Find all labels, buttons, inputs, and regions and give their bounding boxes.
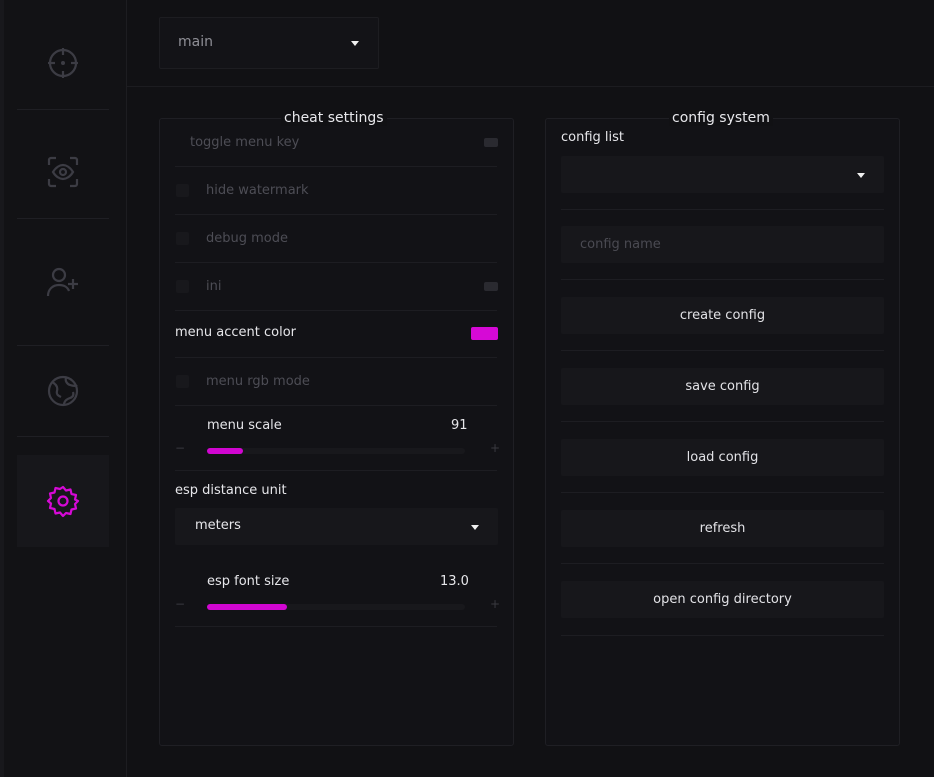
toggle-menu-key-row[interactable]: toggle menu key: [175, 119, 498, 167]
esp-distance-unit-value: meters: [195, 518, 241, 533]
create-config-button[interactable]: create config: [561, 297, 884, 334]
crosshair-icon: [48, 47, 78, 78]
eye-scan-icon: [47, 156, 79, 188]
top-decoration: [147, 0, 847, 2]
sidebar-item-players[interactable]: [17, 236, 109, 328]
hide-watermark-checkbox[interactable]: [176, 184, 189, 197]
chevron-down-icon: [351, 41, 359, 46]
menu-accent-color-row: menu accent color: [175, 311, 498, 358]
config-system-panel: config system config list config name cr…: [545, 110, 900, 746]
sidebar-item-aimbot[interactable]: [17, 16, 109, 109]
sidebar-divider: [17, 436, 109, 437]
esp-distance-unit-row: esp distance unit meters: [175, 471, 498, 562]
esp-font-size-value: 13.0: [440, 574, 469, 589]
divider: [561, 635, 884, 636]
menu-rgb-mode-row[interactable]: menu rgb mode: [175, 358, 497, 406]
panel-title: config system: [669, 110, 773, 126]
chevron-down-icon: [471, 525, 479, 530]
main-dropdown[interactable]: main: [159, 17, 379, 69]
sidebar-divider: [17, 218, 109, 219]
divider: [561, 421, 884, 422]
slider-increment-button[interactable]: +: [490, 441, 500, 455]
keybind-icon[interactable]: [484, 282, 498, 291]
sidebar-item-settings[interactable]: [17, 455, 109, 547]
ini-row[interactable]: ini: [175, 263, 498, 311]
globe-icon: [47, 375, 79, 407]
hide-watermark-label: hide watermark: [206, 183, 309, 198]
debug-mode-row[interactable]: debug mode: [175, 215, 497, 263]
gear-icon: [46, 485, 80, 518]
slider-fill: [207, 448, 244, 454]
config-list-dropdown[interactable]: [561, 156, 884, 193]
sidebar-item-world[interactable]: [17, 346, 109, 436]
slider-fill: [207, 604, 287, 610]
ini-checkbox[interactable]: [176, 280, 189, 293]
debug-mode-label: debug mode: [206, 231, 288, 246]
menu-accent-color-label: menu accent color: [175, 325, 297, 340]
menu-scale-value: 91: [451, 418, 468, 433]
esp-font-size-label: esp font size: [207, 574, 290, 589]
keybind-icon[interactable]: [484, 138, 498, 147]
menu-rgb-mode-label: menu rgb mode: [206, 374, 310, 389]
accent-color-picker[interactable]: [471, 327, 498, 340]
open-config-directory-button[interactable]: open config directory: [561, 581, 884, 618]
load-config-button[interactable]: load config: [561, 439, 884, 476]
divider: [561, 279, 884, 280]
menu-scale-label: menu scale: [207, 418, 282, 433]
sidebar-divider: [17, 109, 109, 110]
divider: [561, 563, 884, 564]
slider-increment-button[interactable]: +: [490, 597, 500, 611]
sidebar-edge: [0, 0, 4, 777]
esp-distance-unit-label: esp distance unit: [175, 483, 287, 498]
config-name-input[interactable]: config name: [561, 226, 884, 263]
slider-decrement-button[interactable]: −: [175, 597, 185, 611]
user-plus-icon: [46, 267, 78, 297]
debug-mode-checkbox[interactable]: [176, 232, 189, 245]
ini-label: ini: [206, 279, 222, 294]
main-dropdown-value: main: [178, 34, 213, 50]
divider: [561, 209, 884, 210]
sidebar-item-visuals[interactable]: [17, 126, 109, 218]
chevron-down-icon: [857, 173, 865, 178]
save-config-button[interactable]: save config: [561, 368, 884, 405]
config-name-placeholder: config name: [580, 237, 661, 252]
cheat-settings-panel: cheat settings toggle menu key hide wate…: [159, 110, 514, 746]
esp-font-size-row: esp font size 13.0 − +: [175, 562, 500, 627]
divider: [561, 350, 884, 351]
divider: [561, 492, 884, 493]
hide-watermark-row[interactable]: hide watermark: [175, 167, 497, 215]
esp-distance-unit-dropdown[interactable]: meters: [175, 508, 498, 545]
slider-decrement-button[interactable]: −: [175, 441, 185, 455]
menu-rgb-mode-checkbox[interactable]: [176, 375, 189, 388]
toggle-menu-key-label: toggle menu key: [190, 135, 300, 150]
esp-font-size-slider[interactable]: [207, 604, 465, 610]
refresh-button[interactable]: refresh: [561, 510, 884, 547]
sidebar: [0, 0, 127, 777]
menu-scale-row: menu scale 91 − +: [175, 406, 500, 471]
config-list-label: config list: [561, 130, 625, 145]
menu-scale-slider[interactable]: [207, 448, 465, 454]
